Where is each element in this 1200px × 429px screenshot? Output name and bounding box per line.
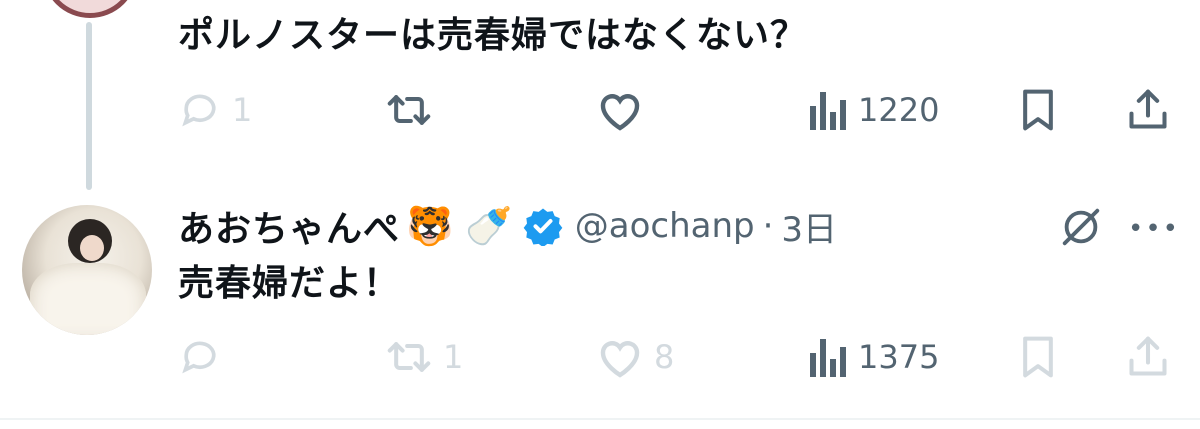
retweet-icon	[387, 342, 431, 372]
tweet-timestamp[interactable]: 3日	[781, 202, 837, 251]
tweet-divider	[0, 418, 1200, 420]
author-display-name[interactable]: あおちゃんぺ	[178, 200, 400, 252]
reply-tweet-text: 売春婦だよ！	[178, 263, 401, 304]
like-count: 8	[654, 338, 675, 376]
reply-icon	[182, 94, 216, 127]
more-options-button[interactable]: •••	[1128, 214, 1180, 244]
header-separator: ·	[762, 206, 774, 246]
previous-bookmark-button[interactable]	[1018, 85, 1058, 135]
more-icon: •••	[1128, 214, 1181, 244]
tweet-header: あおちゃんぺ 🐯 🍼 @aochanp · 3日	[178, 198, 837, 254]
retweet-count: 1	[443, 338, 464, 376]
retweet-icon	[387, 95, 431, 125]
previous-author-avatar[interactable]	[42, 0, 138, 18]
previous-like-button[interactable]	[596, 85, 654, 135]
reply-count: 1	[232, 91, 253, 129]
bookmark-icon	[1023, 336, 1053, 378]
bookmark-button[interactable]	[1018, 332, 1058, 382]
previous-share-button[interactable]	[1126, 85, 1170, 135]
verified-badge-icon[interactable]	[523, 206, 563, 246]
reply-icon	[182, 341, 216, 374]
views-button[interactable]: 1375	[808, 332, 939, 382]
author-handle[interactable]: @aochanp	[575, 206, 755, 246]
previous-tweet-text: ポルノスターは売春婦ではなくない？	[178, 15, 808, 56]
name-emojis: 🐯 🍼	[406, 203, 513, 248]
previous-reply-button[interactable]: 1	[178, 85, 252, 135]
like-icon	[600, 341, 640, 378]
previous-retweet-button[interactable]	[385, 85, 443, 135]
tweet-thread: ポルノスターは売春婦ではなくない？ 1 1220 あおちゃんぺ 🐯 🍼 @aoc…	[0, 0, 1200, 429]
share-icon	[1129, 89, 1167, 129]
like-button[interactable]: 8	[596, 332, 674, 382]
bookmark-icon	[1023, 89, 1053, 131]
view-count: 1220	[858, 91, 940, 129]
retweet-button[interactable]: 1	[385, 332, 463, 382]
thread-connector-line	[86, 22, 92, 190]
share-icon	[1129, 336, 1167, 376]
grok-button[interactable]	[1058, 204, 1104, 254]
views-icon	[810, 339, 846, 377]
share-button[interactable]	[1126, 332, 1170, 382]
author-avatar[interactable]	[22, 205, 152, 335]
grok-icon	[1062, 208, 1100, 246]
reply-button[interactable]	[178, 332, 232, 382]
previous-views-button[interactable]: 1220	[808, 85, 939, 135]
views-icon	[810, 92, 846, 130]
like-icon	[600, 94, 640, 131]
view-count: 1375	[858, 338, 940, 376]
